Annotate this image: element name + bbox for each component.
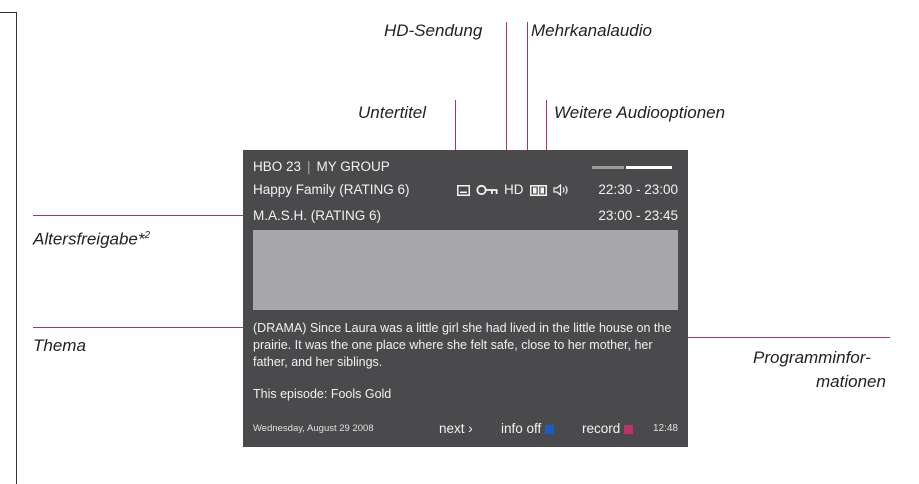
channel-separator: | [307,159,311,174]
footer-date: Wednesday, August 29 2008 [253,423,374,434]
episode-info: This episode: Fools Gold [253,387,392,401]
next-program-title: M.A.S.H. (RATING 6) [253,208,382,223]
callout-untertitel: Untertitel [358,103,427,122]
next-program-row: M.A.S.H. (RATING 6) 23:00 - 23:45 [253,207,678,225]
record-label: record [582,421,621,436]
next-program-time: 23:00 - 23:45 [598,208,678,223]
leader-mehrkanal [527,22,528,170]
dolby-icon [529,184,547,196]
callout-hd-sendung: HD-Sendung [384,21,483,40]
callout-altersfreigabe: Altersfreigabe*2 [33,226,150,250]
now-program-title: Happy Family (RATING 6) [253,182,410,197]
callout-weitere-audiooptionen: Weitere Audiooptionen [554,103,726,122]
program-description: (DRAMA) Since Laura was a little girl sh… [253,321,672,369]
callout-mehrkanalaudio: Mehrkanalaudio [531,21,652,40]
subtitle-icon [457,184,470,196]
info-off-button[interactable]: info off [501,421,555,437]
callout-programminfo-line1: Programminfor- [753,348,871,367]
channel-name: HBO 23 [253,159,302,174]
callout-altersfreigabe-sup: 2 [144,230,151,241]
signal-bar-grey [592,166,624,169]
record-button[interactable]: record [582,421,634,437]
blue-key-icon [545,424,555,434]
leader-thema [33,327,245,328]
key-lock-icon [476,184,498,196]
callout-altersfreigabe-text: Altersfreigabe* [33,229,145,249]
now-program-row: Happy Family (RATING 6) HD 22:30 - 23:00 [253,181,678,199]
frame-top-edge [0,12,16,13]
leader-altersfreigabe [33,215,245,216]
hd-icon: HD [504,181,524,199]
red-key-icon [624,424,634,434]
callout-thema: Thema [33,336,86,355]
panel-footer: Wednesday, August 29 2008 next › info of… [253,421,678,437]
speaker-icon [552,184,569,196]
program-image-placeholder [253,230,678,310]
leader-hd [506,22,507,170]
channel-group: MY GROUP [316,159,390,174]
signal-strength-bar [592,166,672,169]
now-program-time: 22:30 - 23:00 [598,182,678,197]
frame-left-edge [16,12,17,484]
leader-programminfo [686,337,890,338]
signal-bar-white [626,166,672,169]
next-button[interactable]: next › [439,421,473,437]
hd-icon-label: HD [504,182,524,197]
tv-info-panel: HBO 23 | MY GROUP Happy Family (RATING 6) … [243,150,688,447]
footer-clock: 12:48 [652,423,678,434]
callout-programminfo-line2: mationen [816,372,886,391]
program-icons: HD [457,181,575,199]
info-off-label: info off [501,421,542,436]
